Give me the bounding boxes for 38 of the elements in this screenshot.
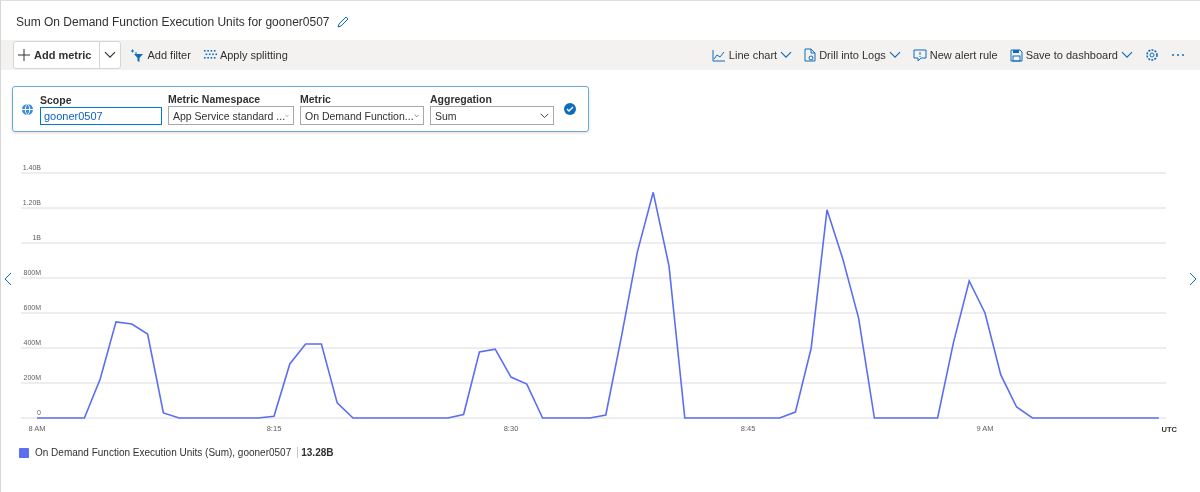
legend-value: 13.28B bbox=[297, 447, 334, 458]
toolbar-button[interactable]: Add filter bbox=[127, 48, 194, 62]
toolbar-button[interactable]: Line chart bbox=[708, 48, 796, 62]
scope-input[interactable]: gooner0507 bbox=[40, 106, 162, 125]
globe-icon bbox=[21, 102, 34, 116]
dropdown-field[interactable]: Sum bbox=[430, 106, 554, 125]
chevron-down-icon bbox=[1121, 51, 1133, 59]
field-label: Aggregation bbox=[430, 93, 493, 105]
toolbar-button[interactable]: Save to dashboard bbox=[1006, 48, 1136, 62]
filter-icon bbox=[130, 48, 145, 62]
next-button[interactable] bbox=[1189, 272, 1197, 286]
save-icon bbox=[1009, 48, 1023, 62]
plus-icon bbox=[18, 49, 30, 61]
alert-comment-icon bbox=[912, 48, 927, 62]
chevron-down-icon bbox=[413, 112, 419, 119]
chevron-left-icon bbox=[4, 272, 12, 286]
more-icon bbox=[1171, 53, 1185, 57]
field-label: Metric bbox=[300, 93, 332, 105]
edit-pencil-icon[interactable] bbox=[335, 15, 349, 29]
toolbar-button[interactable]: Apply splitting bbox=[199, 49, 291, 61]
toolbar-button[interactable]: New alert rule bbox=[909, 48, 1001, 62]
chevron-down-icon bbox=[540, 112, 549, 119]
document-icon bbox=[804, 48, 817, 62]
toolbar-button[interactable]: Drill into Logs bbox=[801, 48, 904, 62]
chart-title: Sum On Demand Function Execution Units for gooner0507 bbox=[16, 15, 330, 29]
chevron-down-icon bbox=[104, 51, 117, 59]
field-label: Scope bbox=[40, 93, 73, 106]
previous-button[interactable] bbox=[4, 272, 12, 286]
split-pattern-icon bbox=[202, 49, 217, 61]
chevron-down-icon bbox=[888, 51, 901, 59]
field-label: Metric Namespace bbox=[168, 93, 262, 105]
line-chart-icon bbox=[711, 48, 726, 62]
chevron-right-icon bbox=[1189, 272, 1197, 286]
dropdown-field[interactable]: On Demand Function... bbox=[300, 106, 424, 125]
legend-label: On Demand Function Execution Units (Sum), gooner0507 bbox=[35, 447, 292, 458]
chevron-down-icon bbox=[780, 51, 793, 59]
settings-icon bbox=[1145, 48, 1159, 62]
dropdown-field[interactable]: App Service standard ... bbox=[168, 106, 294, 125]
